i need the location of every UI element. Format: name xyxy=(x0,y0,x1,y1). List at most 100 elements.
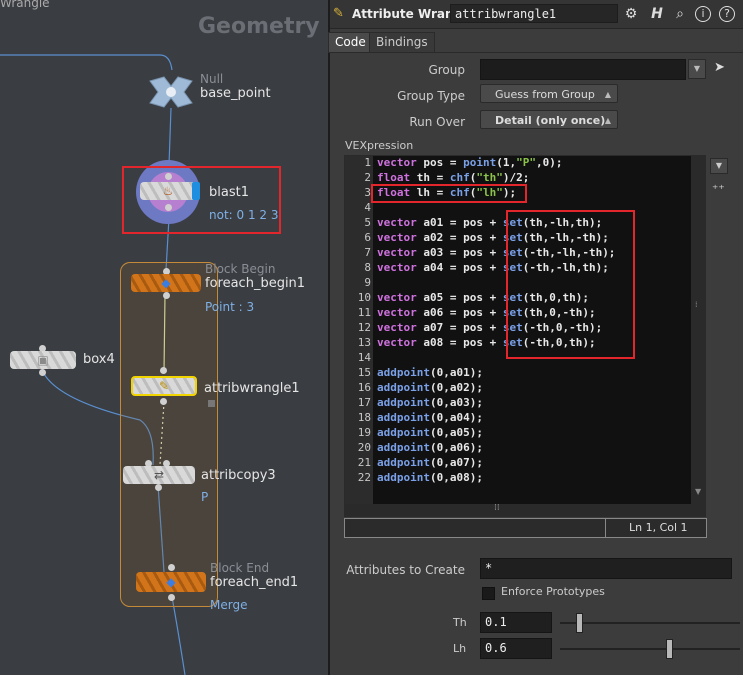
node-attribwrangle1[interactable]: ✎ xyxy=(131,367,197,405)
th-label: Th xyxy=(453,616,467,629)
code-line: addpoint(0,a08); xyxy=(377,471,483,484)
run-over-label: Run Over xyxy=(409,115,465,129)
node-attribcopy3[interactable]: ⇄ xyxy=(123,460,195,491)
code-line: addpoint(0,a04); xyxy=(377,411,483,424)
dropdown-arrow-icon: ▲ xyxy=(604,90,611,99)
lh-label: Lh xyxy=(453,642,467,655)
attributes-to-create-label: Attributes to Create xyxy=(346,563,465,577)
context-label: Geometry xyxy=(198,14,320,39)
node-name-label: blast1 xyxy=(209,185,249,200)
wrangle-node-icon: ✎ xyxy=(333,6,344,21)
line-number-gutter: 1 2 3 4 5 6 7 8 9 10 11 12 13 14 15 16 17 18 19 20 21 22 xyxy=(345,156,373,504)
foreach-block xyxy=(120,262,218,607)
line-number: 2 xyxy=(364,171,371,184)
scroll-down-icon[interactable]: ▼ xyxy=(695,487,701,496)
node-type-label: Block End xyxy=(210,561,270,575)
attributes-to-create-input[interactable]: * xyxy=(480,558,732,579)
line-number: 1 xyxy=(364,156,371,169)
network-view[interactable]: Wrangle Geometry Null base_point ♨ blast… xyxy=(0,0,328,675)
code-vertical-scrollbar[interactable]: ⁞ ▼ xyxy=(692,155,706,505)
code-line: addpoint(0,a01); xyxy=(377,366,483,379)
line-number: 14 xyxy=(357,351,371,364)
lh-slider-track[interactable] xyxy=(560,648,740,650)
line-number: 7 xyxy=(364,246,371,259)
node-foreach-begin1[interactable]: ◆ xyxy=(131,268,201,299)
code-line: addpoint(0,a02); xyxy=(377,381,483,394)
node-name-label: attribwrangle1 xyxy=(204,381,300,396)
scroll-grip-icon: ⁞⁞ xyxy=(494,503,500,513)
group-type-value: Guess from Group xyxy=(495,88,595,101)
line-number: 12 xyxy=(357,321,371,334)
foreach-begin-icon: ◆ xyxy=(161,276,171,290)
code-horizontal-scrollbar[interactable]: ⁞⁞ xyxy=(344,503,706,517)
highlight-float-lh xyxy=(371,184,527,203)
gear-icon[interactable]: ⚙ xyxy=(622,5,640,23)
node-type-label: Block Begin xyxy=(205,262,276,276)
node-sub-label: Point : 3 xyxy=(205,300,255,314)
node-name-label: attribcopy3 xyxy=(201,468,276,483)
null-node-icon xyxy=(149,76,193,108)
line-number: 20 xyxy=(357,441,371,454)
node-name-label: foreach_end1 xyxy=(210,575,299,590)
node-name-label: foreach_begin1 xyxy=(205,276,306,291)
run-over-dropdown[interactable]: Detail (only once) ▲ xyxy=(480,110,618,129)
box-icon: ▣ xyxy=(37,353,49,367)
help-h-icon[interactable]: H xyxy=(648,5,666,23)
search-icon[interactable]: ⌕ xyxy=(671,5,689,23)
scroll-grip-icon: ⁞ xyxy=(695,300,698,309)
enforce-prototypes-checkbox[interactable] xyxy=(482,587,495,600)
line-number: 15 xyxy=(357,366,371,379)
group-type-dropdown[interactable]: Guess from Group ▲ xyxy=(480,84,618,103)
enforce-prototypes-label: Enforce Prototypes xyxy=(501,585,605,598)
group-type-label: Group Type xyxy=(397,89,465,103)
code-line: float th = chf("th")/2; xyxy=(377,171,530,184)
group-label: Group xyxy=(428,63,465,77)
add-spare-parm-icon[interactable]: ⁺⁺ xyxy=(712,182,725,196)
highlight-set-calls xyxy=(506,210,635,359)
th-slider-handle[interactable] xyxy=(576,613,583,633)
lh-input[interactable]: 0.6 xyxy=(480,638,552,659)
node-base-point[interactable] xyxy=(148,75,194,109)
cursor-select-icon[interactable]: ➤ xyxy=(714,60,725,75)
editor-status-bar: Ln 1, Col 1 xyxy=(344,518,707,538)
group-input[interactable] xyxy=(480,59,686,80)
node-name-label: base_point xyxy=(200,86,271,101)
node-flag xyxy=(208,400,215,407)
line-number: 8 xyxy=(364,261,371,274)
network-title: Wrangle xyxy=(0,0,50,10)
line-number: 11 xyxy=(357,306,371,319)
editor-menu-button[interactable]: ▼ xyxy=(710,158,728,174)
node-box4[interactable]: ▣ xyxy=(10,345,76,376)
vexpression-label: VEXpression xyxy=(345,139,414,152)
node-name-field[interactable]: attribwrangle1 xyxy=(450,4,618,23)
line-number: 9 xyxy=(364,276,371,289)
tab-bindings[interactable]: Bindings xyxy=(369,32,435,53)
line-number: 18 xyxy=(357,411,371,424)
th-input[interactable]: 0.1 xyxy=(480,612,552,633)
line-number: 16 xyxy=(357,381,371,394)
code-line: addpoint(0,a06); xyxy=(377,441,483,454)
line-number: 5 xyxy=(364,216,371,229)
line-number: 17 xyxy=(357,396,371,409)
node-foreach-end1[interactable]: ◆ xyxy=(136,564,206,602)
th-slider-track[interactable] xyxy=(560,622,740,624)
code-line: addpoint(0,a05); xyxy=(377,426,483,439)
line-number: 21 xyxy=(357,456,371,469)
line-number: 22 xyxy=(357,471,371,484)
tab-code[interactable]: Code xyxy=(328,32,373,53)
lh-slider-handle[interactable] xyxy=(666,639,673,659)
foreach-end-icon: ◆ xyxy=(166,575,176,589)
node-sub-label: P xyxy=(201,490,209,504)
highlight-blast1 xyxy=(122,166,281,234)
info-icon[interactable]: i xyxy=(695,6,711,22)
parameter-panel: ✎ Attribute Wrangle attribwrangle1 ⚙ H ⌕… xyxy=(328,0,743,675)
dropdown-arrow-icon: ▲ xyxy=(604,116,611,125)
node-type-label: Null xyxy=(200,72,224,86)
help-icon[interactable]: ? xyxy=(719,6,735,22)
run-over-value: Detail (only once) xyxy=(495,114,606,127)
wrangle-icon: ✎ xyxy=(158,379,170,393)
group-dropdown-button[interactable]: ▼ xyxy=(688,59,706,79)
node-name-label: box4 xyxy=(83,352,115,367)
line-number: 6 xyxy=(364,231,371,244)
panel-title-bar: ✎ Attribute Wrangle attribwrangle1 ⚙ H ⌕… xyxy=(330,0,743,29)
